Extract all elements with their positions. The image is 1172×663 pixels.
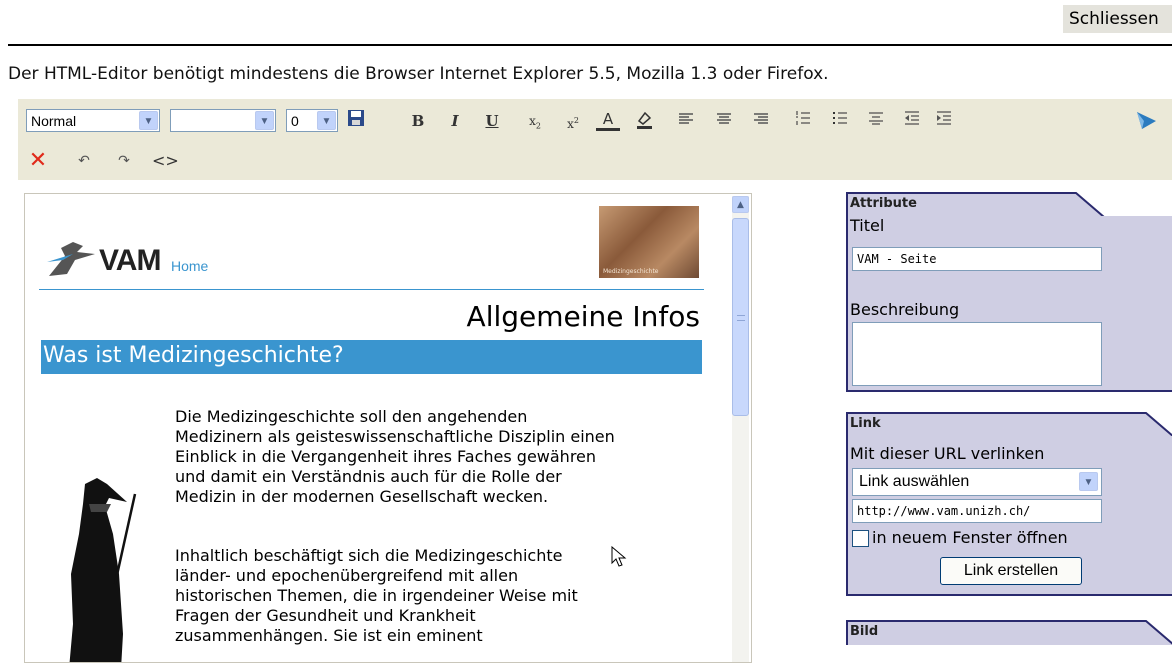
editor-toolbar: Normal ▼ ▼ 0 ▼ B I U x2 x2 A ✕ ↶ ↷ <>: [18, 99, 1172, 180]
link-icon[interactable]: [1134, 109, 1158, 133]
vam-logo-icon: [47, 242, 95, 276]
link-panel-tab: [846, 412, 1172, 437]
document-page: VAM Home Medizingeschichte Allgemeine In…: [39, 194, 704, 662]
attribute-panel-header: Attribute: [850, 196, 917, 211]
text-color-icon[interactable]: A: [596, 109, 620, 131]
delete-icon[interactable]: ✕: [26, 149, 50, 173]
top-divider: [8, 44, 1172, 46]
font-select[interactable]: ▼: [170, 109, 276, 132]
chevron-down-icon: ▼: [255, 111, 274, 130]
image-panel-header: Bild: [850, 624, 879, 639]
new-window-checkbox[interactable]: [852, 530, 869, 547]
ordered-list-icon[interactable]: [791, 109, 815, 133]
new-window-label: in neuem Fenster öffnen: [872, 528, 1068, 547]
redo-icon[interactable]: ↷: [112, 149, 136, 173]
superscript-icon[interactable]: x2: [561, 109, 585, 133]
size-select[interactable]: 0 ▼: [286, 109, 338, 132]
page-heading: Allgemeine Infos: [466, 300, 700, 333]
title-field[interactable]: VAM - Seite: [852, 247, 1102, 271]
logo-text: VAM: [99, 244, 161, 277]
scroll-up-icon[interactable]: ▲: [732, 196, 749, 213]
header-image-caption: Medizingeschichte: [603, 268, 659, 275]
subscript-icon[interactable]: x2: [523, 109, 547, 133]
scrollbar-thumb[interactable]: [732, 218, 749, 416]
editor-scrollbar[interactable]: ▲: [732, 196, 749, 662]
url-label: Mit dieser URL verlinken: [850, 444, 1045, 463]
description-field[interactable]: [852, 322, 1102, 386]
attribute-panel: Attribute Titel VAM - Seite Beschreibung: [846, 192, 1172, 392]
title-label: Titel: [850, 216, 885, 235]
italic-icon[interactable]: I: [443, 109, 467, 133]
outdent-icon[interactable]: [900, 109, 924, 133]
header-image: Medizingeschichte: [599, 206, 699, 278]
section-title: Was ist Medizingeschichte?: [41, 340, 702, 374]
editor-content-area[interactable]: VAM Home Medizingeschichte Allgemeine In…: [24, 193, 752, 663]
save-icon[interactable]: [344, 109, 368, 133]
chevron-down-icon: ▼: [317, 111, 336, 130]
align-left-icon[interactable]: [674, 109, 698, 133]
image-panel: Bild: [846, 620, 1172, 650]
indent-icon[interactable]: [932, 109, 956, 133]
chevron-down-icon: ▼: [1079, 472, 1098, 491]
format-select-value: Normal: [31, 113, 77, 129]
source-icon[interactable]: <>: [152, 149, 179, 173]
align-center-icon[interactable]: [712, 109, 736, 133]
unordered-list-icon[interactable]: [828, 109, 852, 133]
header-divider: [39, 289, 704, 290]
highlight-icon[interactable]: [632, 109, 656, 133]
bold-icon[interactable]: B: [406, 109, 430, 133]
underline-icon[interactable]: U: [480, 109, 504, 133]
browser-notice: Der HTML-Editor benötigt mindestens die …: [8, 64, 829, 84]
url-field[interactable]: http://www.vam.unizh.ch/: [852, 499, 1102, 523]
link-select-value: Link auswählen: [859, 473, 970, 490]
plague-doctor-image: [69, 478, 137, 662]
link-panel: Link Mit dieser URL verlinken Link auswä…: [846, 412, 1172, 602]
align-right-icon[interactable]: [749, 109, 773, 133]
link-panel-body: Mit dieser URL verlinken Link auswählen …: [846, 436, 1172, 596]
link-select[interactable]: Link auswählen ▼: [852, 468, 1102, 496]
attribute-panel-body: Titel VAM - Seite Beschreibung: [846, 216, 1172, 392]
justify-icon[interactable]: [864, 109, 888, 133]
logo-home-link[interactable]: Home: [171, 258, 208, 274]
format-select[interactable]: Normal ▼: [26, 109, 160, 132]
link-panel-header: Link: [850, 416, 881, 431]
undo-icon[interactable]: ↶: [72, 149, 96, 173]
close-button[interactable]: Schliessen: [1063, 5, 1172, 33]
description-label: Beschreibung: [850, 300, 960, 319]
mouse-cursor-icon: [611, 546, 627, 567]
size-select-value: 0: [291, 113, 299, 129]
scrollbar-grip: [737, 315, 745, 321]
paragraph-1: Die Medizingeschichte soll den angehende…: [175, 407, 615, 506]
image-panel-tab: [846, 620, 1172, 645]
chevron-down-icon: ▼: [139, 111, 158, 130]
create-link-button[interactable]: Link erstellen: [940, 557, 1082, 585]
